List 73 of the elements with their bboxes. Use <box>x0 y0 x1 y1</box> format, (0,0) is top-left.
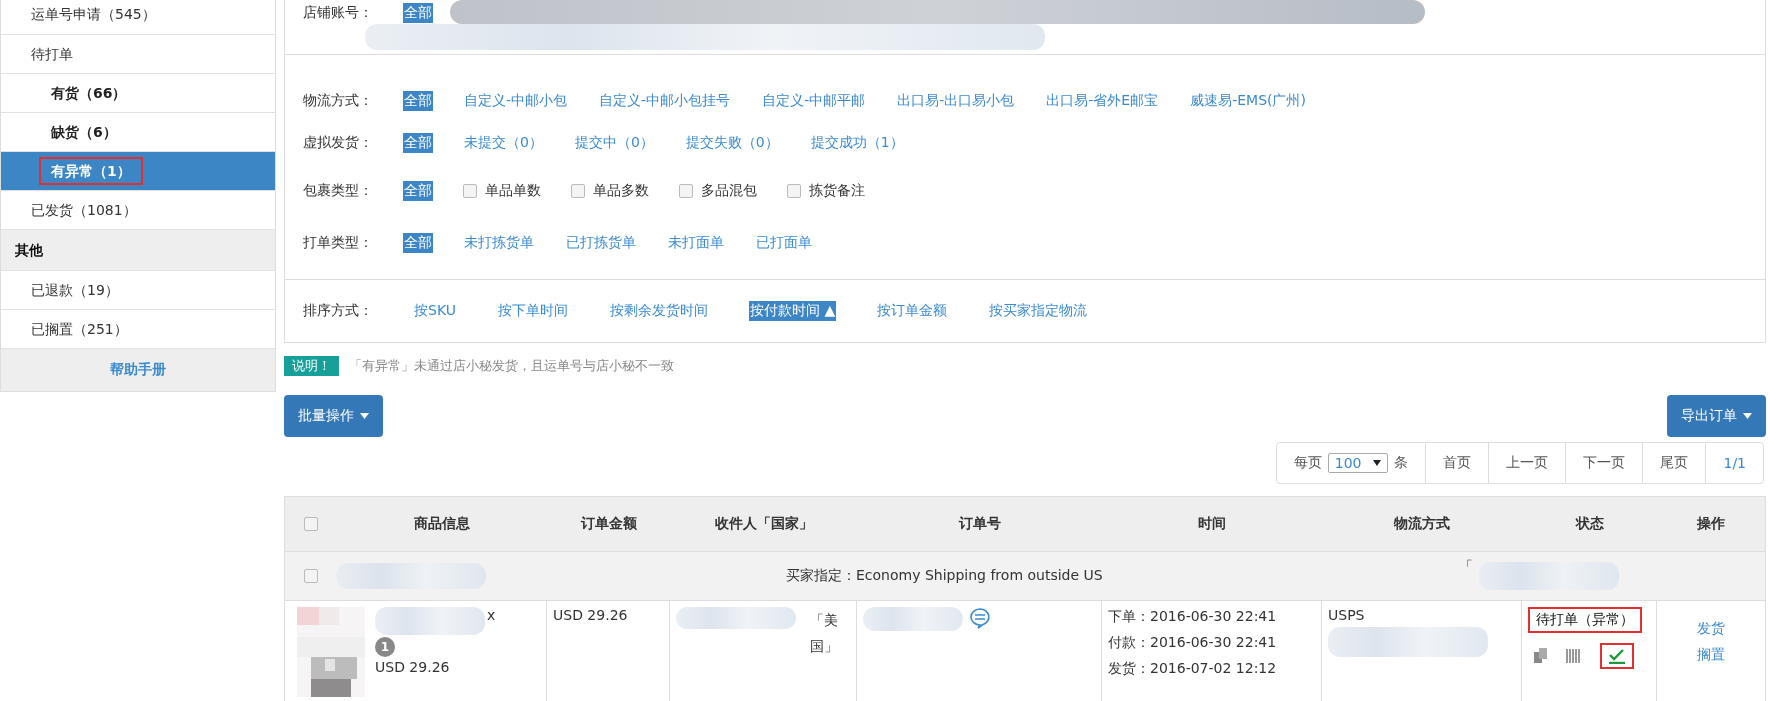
filter-link[interactable]: 全部 <box>403 132 433 153</box>
filter-link[interactable]: 全部 <box>403 180 433 201</box>
sort-link[interactable]: 按剩余发货时间 <box>608 301 709 322</box>
filter-link[interactable]: 全部 <box>403 232 433 253</box>
checkbox-label: 多品混包 <box>701 181 757 200</box>
order-amount: USD 29.26 <box>553 607 628 625</box>
filter-link[interactable]: 提交中（0） <box>573 132 655 153</box>
page-button[interactable]: 下一页 <box>1566 442 1644 483</box>
quote-mark: 「 <box>1458 558 1473 576</box>
filter-link[interactable]: 未提交（0） <box>463 132 544 153</box>
column-header: 物流方式 <box>1394 515 1450 533</box>
filter-link[interactable]: 威速易-EMS(广州) <box>1189 90 1307 111</box>
filter-link[interactable]: 提交失败（0） <box>684 132 780 153</box>
sort-link[interactable]: 按订单金额 <box>876 301 949 322</box>
column-header: 收件人「国家」 <box>714 515 813 533</box>
filter-link[interactable]: 自定义-中邮小包挂号 <box>598 90 732 111</box>
section-title: 其他 <box>15 242 43 258</box>
filter-link[interactable]: 未打面单 <box>667 232 725 253</box>
buyer-note: 买家指定：Economy Shipping from outside US <box>786 567 1103 585</box>
filter-link[interactable]: 出口易-省外E邮宝 <box>1045 90 1160 111</box>
batch-button[interactable]: 批量操作 <box>284 395 383 438</box>
action-link[interactable]: 发货 <box>1697 615 1725 641</box>
filter-link[interactable]: 未打拣货单 <box>463 232 535 253</box>
shipping-method: USPS <box>1328 607 1366 623</box>
order-time: 下单：2016-06-30 22:41 <box>1108 607 1278 626</box>
recipient-country: 「美国」 <box>810 611 839 656</box>
column-header: 订单金额 <box>580 515 637 533</box>
column-header: 时间 <box>1198 515 1226 533</box>
sort-link[interactable]: 按付款时间 ▲ <box>748 301 837 322</box>
per-page-select[interactable]: 100 <box>1327 452 1389 473</box>
filter-label: 物流方式： <box>303 91 373 110</box>
note-badge: 说明！ <box>284 356 339 377</box>
action-link[interactable]: 搁置 <box>1697 641 1725 667</box>
sidebar-item[interactable]: 有异常（1） <box>1 152 275 191</box>
page-button[interactable]: 首页 <box>1426 442 1490 483</box>
filter-label: 虚拟发货： <box>303 133 373 152</box>
quantity-mark: x <box>487 607 496 623</box>
page-button[interactable]: 尾页 <box>1643 442 1707 483</box>
column-header: 状态 <box>1575 515 1604 533</box>
filter-label: 店铺账号： <box>303 4 373 22</box>
sort-link[interactable]: 按买家指定物流 <box>988 301 1089 322</box>
column-header: 订单号 <box>958 515 1001 533</box>
filter-link[interactable]: 已打拣货单 <box>565 232 637 253</box>
filter-label: 排序方式： <box>303 302 373 321</box>
filter-link[interactable]: 出口易-出口易小包 <box>896 90 1016 111</box>
filter-link[interactable]: 全部 <box>403 90 433 111</box>
per-page-label: 每页 <box>1293 453 1322 472</box>
order-status: 待打单（异常） <box>1528 607 1642 633</box>
filter-label: 包裹类型： <box>303 181 373 200</box>
checkbox-label: 单品多数 <box>593 181 649 200</box>
checkbox-label: 拣货备注 <box>809 181 865 200</box>
note-text: 「有异常」未通过店小秘发货，且运单号与店小秘不一致 <box>349 357 674 376</box>
unit-label: 条 <box>1394 453 1409 472</box>
filter-link[interactable]: 自定义-中邮平邮 <box>761 90 867 111</box>
help-link[interactable]: 帮助手册 <box>110 361 166 379</box>
page-number[interactable]: 1/1 <box>1706 442 1763 483</box>
sort-link[interactable]: 按下单时间 <box>496 301 569 322</box>
unit-price: USD 29.26 <box>375 659 450 675</box>
column-header: 商品信息 <box>414 515 470 533</box>
filter-link[interactable]: 自定义-中邮小包 <box>463 90 569 111</box>
checkbox-label: 单品单数 <box>485 181 541 200</box>
highlighted-label: 有异常（1） <box>39 157 143 185</box>
column-header: 操作 <box>1697 515 1725 533</box>
order-time: 付款：2016-06-30 22:41 <box>1108 633 1278 652</box>
quantity-badge: 1 <box>375 637 395 657</box>
export-button[interactable]: 导出订单 <box>1667 395 1766 438</box>
filter-link[interactable]: 提交成功（1） <box>809 132 905 153</box>
filter-link[interactable]: 全部 <box>403 3 433 23</box>
order-time: 发货：2016-07-02 12:12 <box>1108 659 1278 678</box>
filter-label: 打单类型： <box>303 233 373 252</box>
page-button[interactable]: 上一页 <box>1489 442 1567 483</box>
sort-link[interactable]: 按SKU <box>413 301 457 322</box>
filter-link[interactable]: 已打面单 <box>755 232 813 253</box>
